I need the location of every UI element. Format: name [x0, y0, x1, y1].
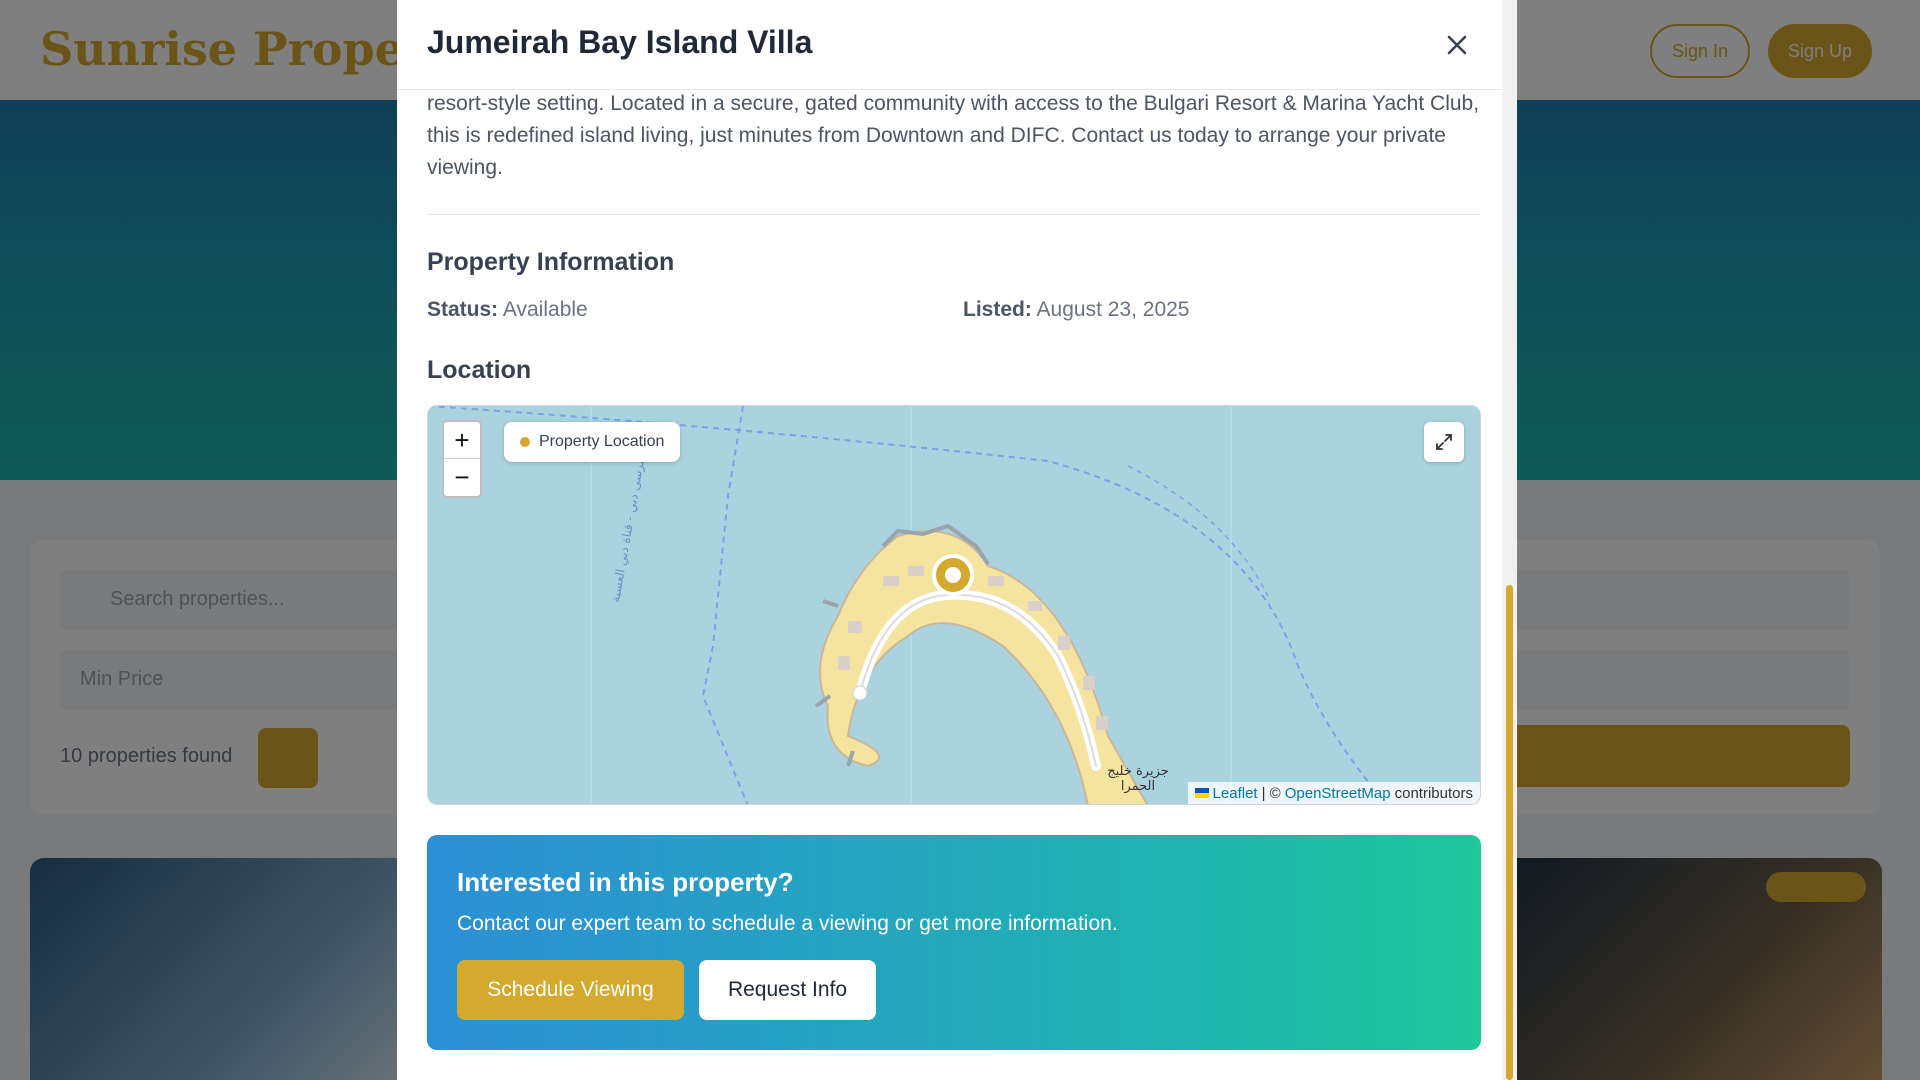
expand-icon: [1436, 434, 1452, 450]
close-icon: [1447, 35, 1467, 55]
leaflet-link[interactable]: Leaflet: [1213, 785, 1258, 802]
cta-title: Interested in this property?: [457, 867, 794, 897]
attribution-contributors: contributors: [1394, 784, 1473, 802]
modal-header: Jumeirah Bay Island Villa: [397, 0, 1517, 90]
property-description: resort-style setting. Located in a secur…: [427, 92, 1480, 179]
listed-label: Listed:: [963, 298, 1032, 321]
map-attribution: Leaflet | © OpenStreetMap contributors: [1187, 782, 1480, 804]
status-value: Available: [502, 298, 588, 321]
fullscreen-button[interactable]: [1424, 422, 1464, 462]
request-info-button[interactable]: Request Info: [699, 960, 876, 1020]
listed-value: August 23, 2025: [1036, 298, 1190, 321]
scrollbar[interactable]: [1502, 0, 1517, 1080]
ukraine-flag-icon: [1194, 788, 1209, 798]
zoom-in-button[interactable]: +: [444, 422, 480, 459]
legend-label: Property Location: [539, 433, 665, 450]
property-info-heading: Property Information: [427, 248, 675, 276]
divider: [427, 214, 1481, 215]
schedule-viewing-button[interactable]: Schedule Viewing: [457, 960, 684, 1020]
legend-dot-icon: [520, 437, 530, 447]
status-info: Status: Available: [427, 298, 588, 322]
status-label: Status:: [427, 298, 499, 321]
listed-info: Listed: August 23, 2025: [963, 298, 1190, 322]
openstreetmap-link[interactable]: OpenStreetMap: [1285, 785, 1391, 802]
map-island-label: جزيرة خليج الحمرا: [1107, 764, 1169, 794]
map-legend: Property Location: [504, 422, 681, 462]
close-button[interactable]: [1439, 27, 1475, 63]
cta-text: Contact our expert team to schedule a vi…: [457, 912, 1118, 935]
zoom-control: + −: [442, 420, 482, 498]
attribution-separator: | ©: [1261, 784, 1281, 802]
property-detail-modal: Jumeirah Bay Island Villa resort-style s…: [397, 0, 1517, 1080]
zoom-out-button[interactable]: −: [444, 459, 480, 496]
location-map[interactable]: مرسى دبي - قناة دبي العسبة جزيرة خليج ال…: [427, 405, 1481, 805]
modal-title: Jumeirah Bay Island Villa: [427, 24, 813, 60]
map-tiles[interactable]: [428, 406, 1481, 805]
scrollbar-thumb[interactable]: [1506, 585, 1513, 1080]
contact-cta-panel: Interested in this property? Contact our…: [427, 835, 1481, 1050]
location-heading: Location: [427, 356, 532, 384]
